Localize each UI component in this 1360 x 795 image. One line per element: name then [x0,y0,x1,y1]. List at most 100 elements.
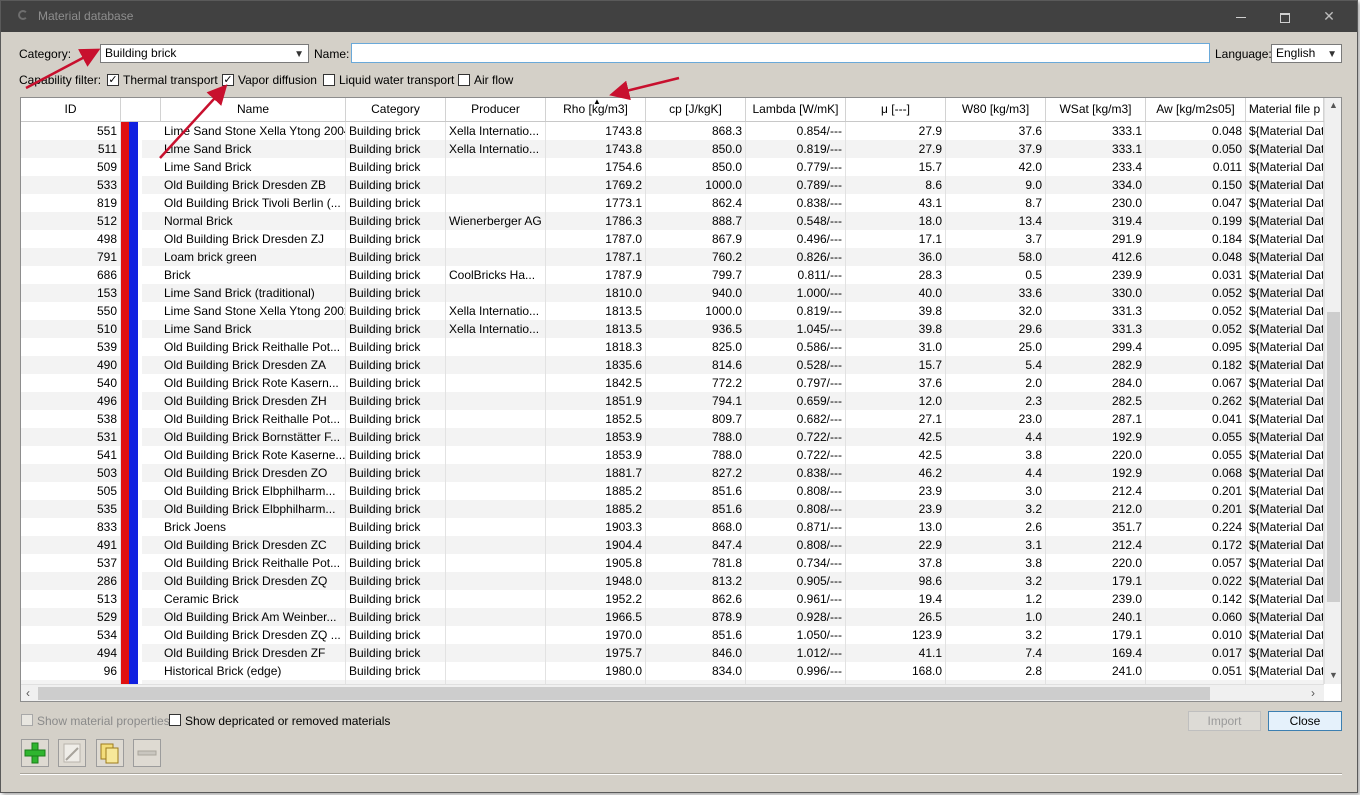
table-row[interactable]: 819 Old Building Brick Tivoli Berlin (...… [21,194,1324,212]
table-row[interactable]: 153 Lime Sand Brick (traditional) Building… [21,284,1324,302]
material-color-swatch [121,230,159,248]
swatch-segment [129,644,138,662]
cell-wsat: 179.1 [1046,626,1146,644]
table-row[interactable]: 96 Historical Brick (edge) Building brick 1… [21,662,1324,680]
cell-cp: 1000.0 [646,176,746,194]
column-header-cp[interactable]: cp [J/kgK] [646,98,746,121]
thermal-transport-checkbox[interactable]: ✓ [107,74,119,86]
swatch-segment [121,230,129,248]
name-label: Name: [314,47,350,61]
cell-cp: 772.2 [646,374,746,392]
table-row[interactable]: 533 Old Building Brick Dresden ZB Building… [21,176,1324,194]
table-row[interactable]: 833 Brick Joens Building brick 1903.3 868.0 0… [21,518,1324,536]
cell-lambda: 1.012/--- [746,644,846,662]
liquid-water-transport-checkbox[interactable] [323,74,335,86]
column-header-id[interactable]: ID [21,98,121,121]
column-header-mu[interactable]: μ [---] [846,98,946,121]
table-row[interactable]: 538 Old Building Brick Reithalle Pot... Bu… [21,410,1324,428]
name-input[interactable] [351,43,1210,63]
cell-w80: 29.6 [946,320,1046,338]
sort-ascending-icon: ▲ [593,97,601,106]
cell-cp: 814.6 [646,356,746,374]
table-row[interactable]: 534 Old Building Brick Dresden ZQ ... Buil… [21,626,1324,644]
cell-lambda: 0.789/--- [746,176,846,194]
cell-id: 533 [21,176,121,194]
column-header-producer[interactable]: Producer [446,98,546,121]
cell-w80: 0.5 [946,266,1046,284]
language-select[interactable]: English ▼ [1271,44,1342,63]
air-flow-checkbox[interactable] [458,74,470,86]
table-row[interactable]: 505 Old Building Brick Elbphilharm... Buil… [21,482,1324,500]
scroll-down-icon[interactable]: ▼ [1329,670,1338,680]
add-material-button[interactable] [21,739,49,767]
close-window-button[interactable]: ✕ [1307,1,1351,32]
table-row[interactable]: 494 Old Building Brick Dresden ZF Building… [21,644,1324,662]
column-header-lambda[interactable]: Lambda [W/mK] [746,98,846,121]
column-header-material-file[interactable]: Material file p [1246,98,1324,121]
cell-cp: 788.0 [646,446,746,464]
table-row[interactable]: 512 Normal Brick Building brick Wienerberge… [21,212,1324,230]
table-row[interactable]: 509 Lime Sand Brick Building brick 1754.6 85… [21,158,1324,176]
column-header-name[interactable]: Name [161,98,346,121]
cell-id: 513 [21,590,121,608]
scroll-left-icon[interactable]: ‹ [26,686,30,700]
column-header-w80[interactable]: W80 [kg/m3] [946,98,1046,121]
scroll-up-icon[interactable]: ▲ [1329,100,1338,110]
vertical-scrollbar[interactable]: ▲ ▼ [1324,98,1341,684]
table-row[interactable]: 490 Old Building Brick Dresden ZA Building… [21,356,1324,374]
column-header-category[interactable]: Category [346,98,446,121]
show-material-properties-checkbox[interactable] [21,714,33,726]
table-row[interactable]: 539 Old Building Brick Reithalle Pot... Bu… [21,338,1324,356]
cell-cp: 851.6 [646,626,746,644]
table-row[interactable]: 496 Old Building Brick Dresden ZH Building… [21,392,1324,410]
column-header-aw[interactable]: Aw [kg/m2s05] [1146,98,1246,121]
import-button[interactable]: Import [1188,711,1261,731]
horizontal-scroll-thumb[interactable] [38,687,1210,700]
table-row[interactable]: 498 Old Building Brick Dresden ZJ Building… [21,230,1324,248]
cell-material-file: ${Material Dat [1246,320,1324,338]
table-row[interactable]: 491 Old Building Brick Dresden ZC Building… [21,536,1324,554]
table-row[interactable]: 503 Old Building Brick Dresden ZO Building… [21,464,1324,482]
edit-material-button[interactable] [58,739,86,767]
table-row[interactable]: 513 Ceramic Brick Building brick 1952.2 862.… [21,590,1324,608]
remove-material-button[interactable] [133,739,161,767]
table-row[interactable]: 541 Old Building Brick Rote Kaserne... Bui… [21,446,1324,464]
vertical-scroll-thumb[interactable] [1327,312,1340,602]
maximize-button[interactable] [1263,1,1307,32]
minimize-button[interactable] [1219,1,1263,32]
table-row[interactable]: 686 Brick Building brick CoolBricks Ha... 17… [21,266,1324,284]
table-row[interactable]: 531 Old Building Brick Bornstätter F... Bu… [21,428,1324,446]
column-header-color[interactable] [121,98,161,121]
cell-mu: 37.8 [846,554,946,572]
cell-w80: 58.0 [946,248,1046,266]
cell-w80: 4.4 [946,464,1046,482]
vapor-diffusion-checkbox[interactable]: ✓ [222,74,234,86]
table-row[interactable]: 511 Lime Sand Brick Building brick Xella In… [21,140,1324,158]
cell-name: Old Building Brick Dresden ZA [161,356,346,374]
table-row[interactable]: 551 Lime Sand Stone Xella Ytong 2004 Build… [21,122,1324,140]
copy-material-button[interactable] [96,739,124,767]
cell-lambda: 0.871/--- [746,518,846,536]
table-row[interactable]: 529 Old Building Brick Am Weinber... Build… [21,608,1324,626]
table-row[interactable]: 510 Lime Sand Brick Building brick Xella In… [21,320,1324,338]
column-header-wsat[interactable]: WSat [kg/m3] [1046,98,1146,121]
table-row[interactable]: 791 Loam brick green Building brick 1787.1 7… [21,248,1324,266]
cell-aw: 0.199 [1146,212,1246,230]
table-row[interactable]: 286 Old Building Brick Dresden ZQ Building… [21,572,1324,590]
horizontal-scrollbar[interactable]: ‹ › [21,684,1324,701]
cell-wsat: 351.7 [1046,518,1146,536]
cell-lambda: 0.819/--- [746,302,846,320]
table-row[interactable]: 535 Old Building Brick Elbphilharm... Buil… [21,500,1324,518]
cell-wsat: 169.4 [1046,644,1146,662]
material-color-swatch [121,410,159,428]
table-row[interactable]: 540 Old Building Brick Rote Kasern... Buil… [21,374,1324,392]
table-row[interactable]: 537 Old Building Brick Reithalle Pot... Bu… [21,554,1324,572]
show-deprecated-checkbox[interactable] [169,714,181,726]
cell-category: Building brick [346,482,446,500]
scroll-right-icon[interactable]: › [1311,686,1315,700]
cell-producer [446,338,546,356]
category-select[interactable]: Building brick ▼ [100,44,309,63]
swatch-segment [129,626,138,644]
table-row[interactable]: 550 Lime Sand Stone Xella Ytong 2002 Build… [21,302,1324,320]
close-button[interactable]: Close [1268,711,1342,731]
